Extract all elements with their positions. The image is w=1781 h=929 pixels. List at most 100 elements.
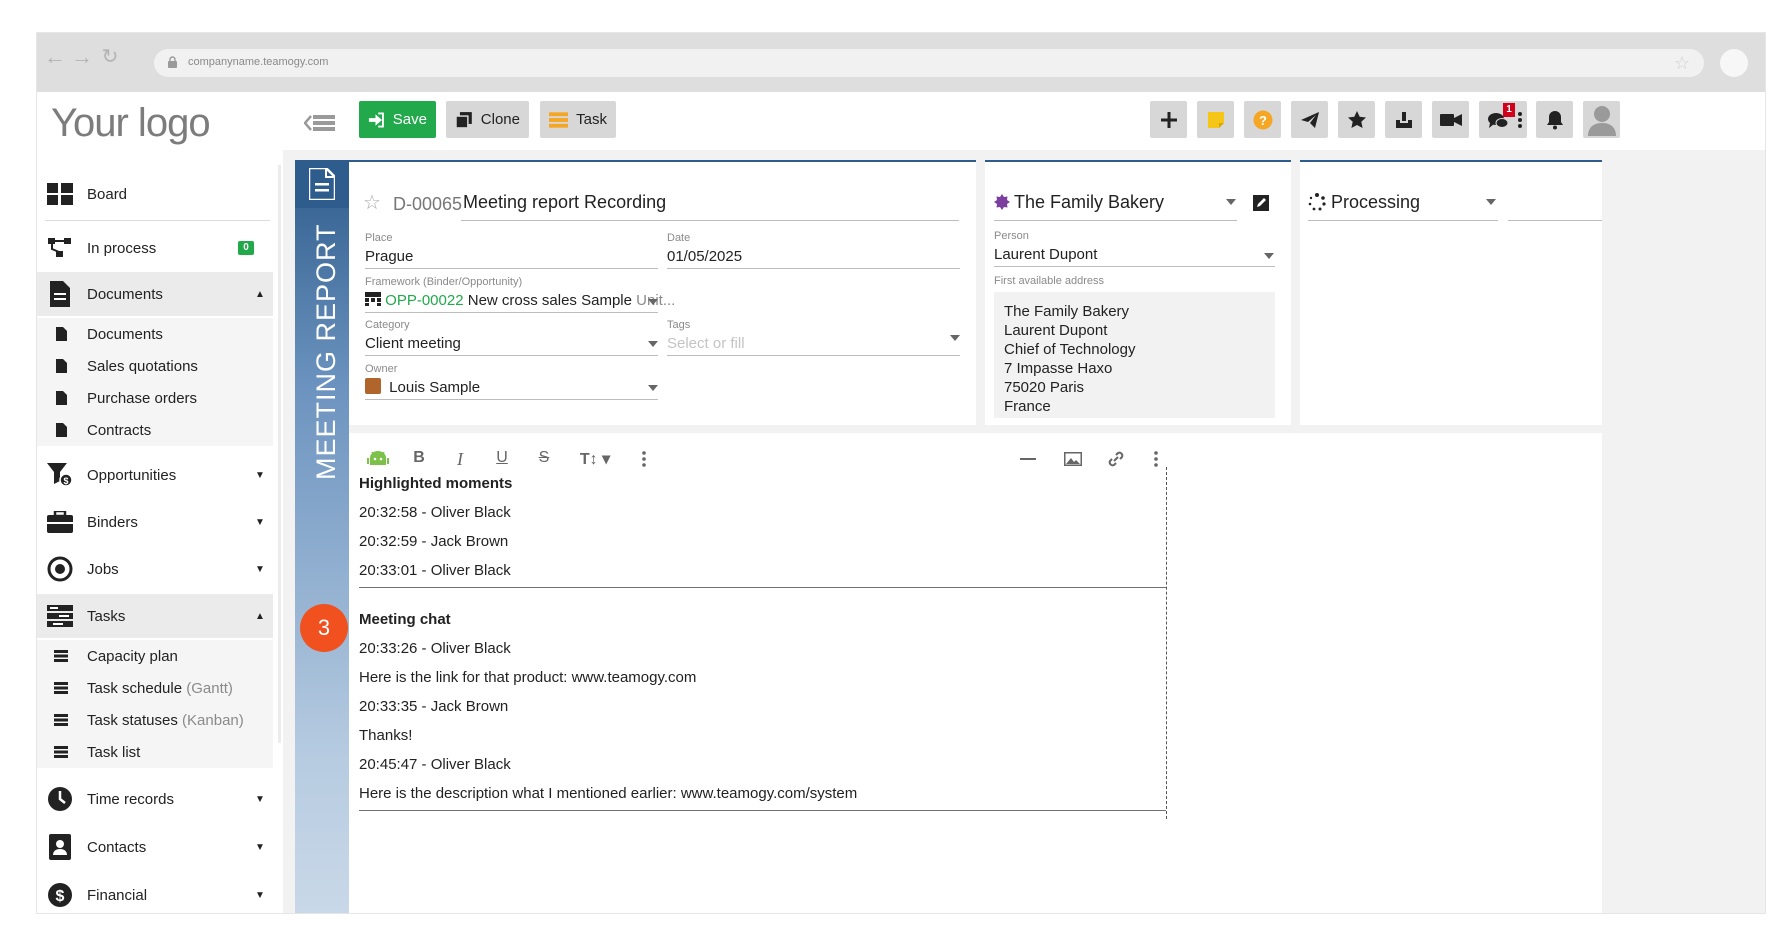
company-select[interactable]: The Family Bakery [1014,192,1164,213]
sidebar-subitem-task-schedule[interactable]: Task schedule (Gantt) [37,672,273,704]
date-field[interactable]: 01/05/2025 [667,248,742,265]
chevron-down-icon[interactable] [648,299,658,305]
chevron-down-icon[interactable] [1226,199,1236,205]
sidebar-item-board[interactable]: Board [37,172,273,216]
bookmark-star-icon[interactable]: ☆ [1674,53,1690,74]
video-camera-icon [1439,113,1462,126]
sidebar-item-jobs[interactable]: Jobs ▼ [37,547,273,591]
plus-icon [1160,111,1177,128]
task-button-label: Task [576,111,607,128]
sticky-note-icon [1207,111,1224,128]
sidebar-toggle-icon[interactable] [304,108,336,138]
record-type-band: MEETING REPORT [295,160,349,913]
horizontal-rule [359,810,1166,811]
chevron-down-icon[interactable] [1486,199,1496,205]
text-size-icon[interactable]: T↕ ▾ [575,449,615,469]
sidebar-item-tasks[interactable]: Tasks ▲ [37,594,273,638]
sidebar-item-in-process[interactable]: In process 0 [37,226,273,270]
image-icon[interactable] [1064,452,1082,466]
strikethrough-icon[interactable]: S [533,449,555,467]
star-outline-icon[interactable]: ☆ [363,190,381,215]
bold-icon[interactable]: B [408,449,430,467]
sticky-note-button[interactable] [1197,101,1234,138]
board-icon [45,179,75,209]
framework-field[interactable]: OPP-00022 New cross sales Sample Unit... [365,292,675,309]
favorites-button[interactable] [1338,101,1375,138]
forward-arrow-icon[interactable]: → [70,45,94,69]
framework-id[interactable]: OPP-00022 [385,292,463,309]
sidebar-item-label: Contacts [87,838,147,856]
sidebar-scrollbar[interactable] [278,165,281,743]
edit-icon[interactable] [1253,195,1269,211]
help-button[interactable]: ? [1244,101,1281,138]
clone-button[interactable]: Clone [446,101,529,138]
binder-icon [365,292,381,306]
paper-plane-icon [1300,111,1319,128]
chevron-up-icon: ▲ [255,610,265,622]
record-title-input[interactable]: Meeting report Recording [463,192,666,213]
chevron-down-icon[interactable] [1264,253,1274,259]
status-select[interactable]: Processing [1331,192,1420,213]
link-icon[interactable] [1107,450,1125,468]
category-select[interactable]: Client meeting [365,335,461,352]
more-vertical-icon[interactable] [642,451,646,467]
editor-content[interactable]: Highlighted moments 20:32:58 - Oliver Bl… [349,467,1169,913]
horizontal-rule-icon[interactable] [1020,458,1036,460]
sidebar-item-time-records[interactable]: Time records ▼ [37,777,273,821]
tags-input[interactable]: Select or fill [667,335,745,352]
company-underline [994,220,1237,221]
add-button[interactable] [1150,101,1187,138]
editor-line: 20:33:26 - Oliver Black [359,640,511,657]
send-button[interactable] [1291,101,1328,138]
underline-icon[interactable]: U [491,449,513,467]
android-icon[interactable] [367,450,389,466]
sidebar-item-financial[interactable]: $ Financial ▼ [37,873,273,913]
address-bar[interactable]: companyname.teamogy.com ☆ [154,49,1704,77]
more-vertical-icon[interactable] [1518,112,1522,128]
chevron-down-icon[interactable] [648,341,658,347]
owner-select[interactable]: Louis Sample [365,378,480,396]
sidebar-item-binders[interactable]: Binders ▼ [37,500,273,544]
sidebar-subitem-task-list[interactable]: Task list [37,736,273,768]
inbox-button[interactable] [1385,101,1422,138]
document-icon [53,390,69,406]
reload-icon[interactable]: ↻ [98,45,122,69]
divider [45,220,270,221]
sidebar-subitem-capacity-plan[interactable]: Capacity plan [37,640,273,672]
more-vertical-icon[interactable] [1154,451,1158,467]
address-label: First available address [994,275,1105,287]
workflow-icon [45,233,75,263]
place-field[interactable]: Prague [365,248,413,265]
video-call-button[interactable] [1432,101,1469,138]
notifications-button[interactable] [1536,101,1573,138]
sidebar-subitem-documents[interactable]: Documents [37,318,273,350]
chevron-down-icon[interactable] [648,385,658,391]
sidebar-subitem-contracts[interactable]: Contracts [37,414,273,446]
save-button[interactable]: Save [359,101,436,138]
briefcase-icon [45,507,75,537]
task-button[interactable]: Task [540,101,616,138]
address-line: France [1004,398,1051,415]
sidebar-item-opportunities[interactable]: $ Opportunities ▼ [37,453,273,497]
tasks-icon [53,648,69,664]
editor-line: Here is the link for that product: www.t… [359,669,697,686]
sidebar-subitem-purchase-orders[interactable]: Purchase orders [37,382,273,414]
italic-icon[interactable]: I [449,449,471,470]
horizontal-rule [359,587,1166,588]
browser-profile-avatar[interactable] [1720,49,1748,77]
address-box: The Family Bakery Laurent Dupont Chief o… [994,292,1275,418]
sidebar-subitem-task-statuses[interactable]: Task statuses (Kanban) [37,704,273,736]
section-heading: Highlighted moments [359,475,513,492]
sidebar-item-documents[interactable]: Documents ▲ [37,272,273,316]
back-arrow-icon[interactable]: ← [43,45,67,69]
chat-notification-badge: 1 [1503,103,1515,117]
sidebar-item-contacts[interactable]: Contacts ▼ [37,825,273,869]
sidebar-item-label: Binders [87,513,138,531]
chevron-down-icon[interactable] [950,335,960,341]
browser-chrome: ← → ↻ companyname.teamogy.com ☆ [37,33,1765,92]
editor-page-border [1166,467,1167,819]
person-select[interactable]: Laurent Dupont [994,246,1097,263]
chat-button[interactable]: 1 [1479,101,1527,138]
sidebar-subitem-sales-quotations[interactable]: Sales quotations [37,350,273,382]
user-avatar-button[interactable] [1583,101,1620,138]
